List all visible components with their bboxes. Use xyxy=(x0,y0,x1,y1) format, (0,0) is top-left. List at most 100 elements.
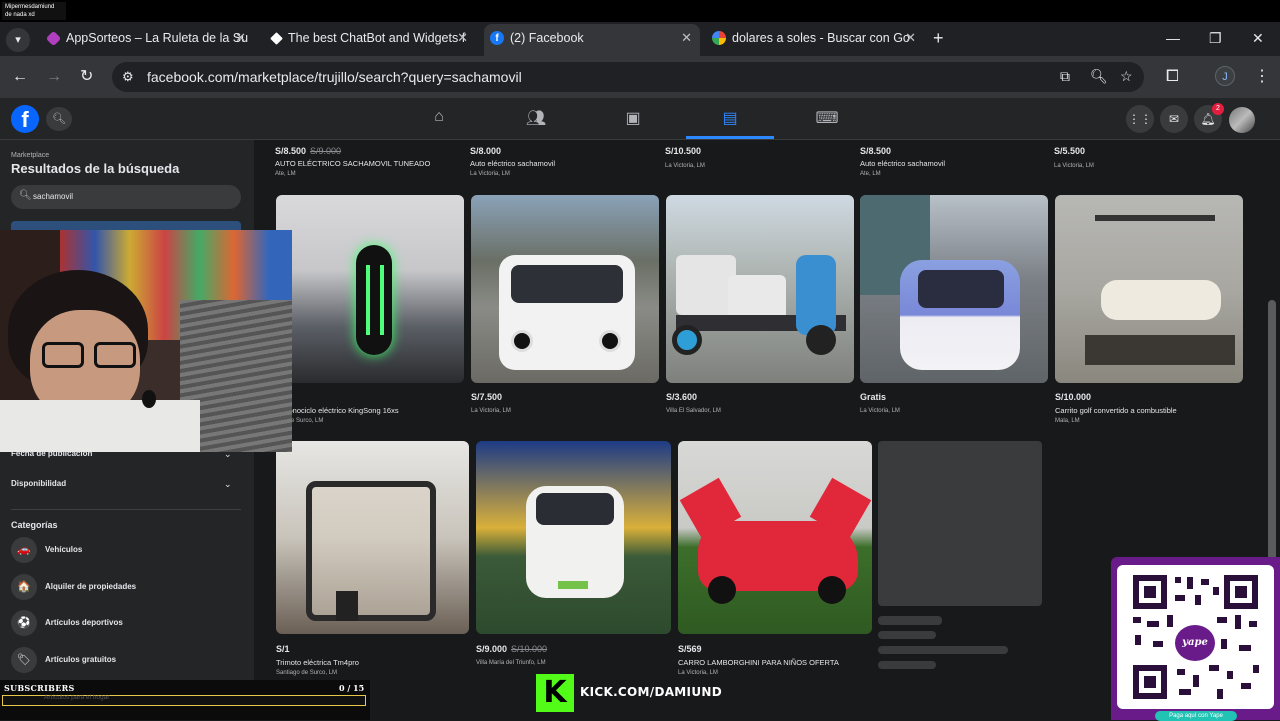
category-sports[interactable]: ⚽ Artículos deportivos xyxy=(11,610,241,640)
kick-url-text: KICK.COM/DAMIUND xyxy=(580,685,722,699)
search-icon[interactable]: 🔍︎ xyxy=(46,107,72,131)
listing-price: S/3.600 xyxy=(666,392,698,402)
listing-price: S/7.500 xyxy=(471,392,503,402)
search-input-value[interactable]: sachamovil xyxy=(33,192,73,201)
listing-photo[interactable] xyxy=(1055,195,1243,383)
category-vehicles[interactable]: 🚗 Vehículos xyxy=(11,537,241,567)
address-toolbar: ← → ↻ ⚙ facebook.com/marketplace/trujill… xyxy=(0,56,1280,98)
listing-location: Mala, LM xyxy=(1055,418,1080,424)
diamond-icon xyxy=(270,32,283,45)
minimize-icon[interactable]: — xyxy=(1166,26,1180,50)
categories-heading: Categorías xyxy=(11,520,58,530)
chrome-menu-icon[interactable]: ⋮ xyxy=(1254,66,1270,88)
listing-photo[interactable] xyxy=(276,195,464,383)
listing-title: Auto eléctrico sachamovil xyxy=(860,159,946,168)
listing-photo[interactable] xyxy=(678,441,872,634)
filter-availability[interactable]: Disponibilidad xyxy=(11,479,66,488)
friends-icon[interactable]: 👥︎ xyxy=(524,108,548,128)
listing-photo[interactable] xyxy=(666,195,854,383)
listing-photo[interactable] xyxy=(860,195,1048,383)
listing-price: S/10.500 xyxy=(665,146,702,156)
tab-label: dolares a soles - Buscar con Go xyxy=(732,31,910,45)
appsorteos-icon xyxy=(45,30,62,47)
listing-price: S/8.500 xyxy=(860,146,892,156)
subscribers-label: SUBSCRIBERS xyxy=(4,683,75,693)
loading-placeholder xyxy=(878,661,936,669)
gaming-icon[interactable]: ⌨ xyxy=(815,108,839,128)
kick-channel-badge: K KICK.COM/DAMIUND xyxy=(536,674,722,712)
category-free-items[interactable]: 🏷 Artículos gratuitos xyxy=(11,647,241,677)
listing-price: Gratis xyxy=(860,392,887,402)
new-tab-icon[interactable]: + xyxy=(933,26,944,50)
listing-title: Auto eléctrico sachamovil xyxy=(470,159,556,168)
back-icon[interactable]: ← xyxy=(12,66,28,88)
page-title: Resultados de la búsqueda xyxy=(11,161,180,176)
stream-top-strip: Mipermesdamiund de nada xd xyxy=(0,0,1280,22)
listing-location: La Victoria, LM xyxy=(471,408,511,414)
zoom-icon[interactable]: 🔍︎ xyxy=(1090,68,1108,85)
active-tab-indicator xyxy=(686,136,774,139)
listing-title: Carrito golf convertido a combustible xyxy=(1055,406,1177,415)
google-icon xyxy=(712,31,726,45)
listing-photo[interactable] xyxy=(471,195,659,383)
close-icon[interactable]: ✕ xyxy=(457,26,468,50)
close-icon[interactable]: ✕ xyxy=(681,24,692,52)
listing-location: Ate, LM xyxy=(860,171,881,177)
bookmark-star-icon[interactable]: ☆ xyxy=(1120,68,1133,85)
subscribers-goal-bar: SUBSCRIBERS 0 / 15 Artículos para el hog… xyxy=(0,680,370,720)
facebook-logo-icon[interactable]: f xyxy=(11,105,39,133)
scrollbar-thumb[interactable] xyxy=(1268,300,1276,560)
omnibox[interactable]: ⚙ facebook.com/marketplace/trujillo/sear… xyxy=(112,62,1144,92)
kick-logo-icon: K xyxy=(536,674,574,712)
tab-label: AppSorteos – La Ruleta de la Su xyxy=(66,31,249,45)
listing-photo[interactable] xyxy=(276,441,469,634)
chevron-down-icon[interactable]: ⌄ xyxy=(224,479,232,490)
listing-price: S/8.000 xyxy=(470,146,502,156)
site-settings-icon[interactable]: ⚙ xyxy=(122,69,134,85)
account-avatar[interactable] xyxy=(1229,107,1255,133)
loading-placeholder xyxy=(878,616,942,625)
restore-icon[interactable]: ❐ xyxy=(1209,26,1222,50)
window-close-icon[interactable]: ✕ xyxy=(1252,26,1264,50)
tab-search-icon[interactable]: ▾ xyxy=(6,28,30,52)
listing-price: S/9.000 S/10.000 xyxy=(476,644,548,654)
reload-icon[interactable]: ↻ xyxy=(80,66,93,88)
home-icon[interactable]: ⌂ xyxy=(427,108,451,126)
house-key-icon: 🏠 xyxy=(11,574,37,600)
search-input[interactable]: 🔍︎ sachamovil xyxy=(11,185,241,209)
listing-price: S/10.000 xyxy=(1055,392,1092,402)
facebook-icon: f xyxy=(490,31,504,45)
category-property-rentals[interactable]: 🏠 Alquiler de propiedades xyxy=(11,574,241,604)
tab-label: (2) Facebook xyxy=(510,31,584,45)
tab-appsorteos[interactable]: AppSorteos – La Ruleta de la Su ✕ xyxy=(40,26,254,56)
messenger-icon[interactable]: ✉ xyxy=(1160,105,1188,133)
marketplace-icon[interactable]: ▤ xyxy=(718,108,742,128)
sports-icon: ⚽ xyxy=(11,610,37,636)
listing-location: Villa María del Triunfo, LM xyxy=(476,660,546,666)
extensions-icon[interactable]: ⧠ xyxy=(1166,66,1179,88)
watch-icon[interactable]: ▣ xyxy=(621,108,645,128)
menu-grid-icon[interactable]: ⋮⋮ xyxy=(1126,105,1154,133)
category-label: Artículos deportivos xyxy=(45,618,123,627)
tab-chatbot[interactable]: The best ChatBot and Widgets f ✕ xyxy=(262,26,476,56)
loading-placeholder xyxy=(878,441,1042,606)
overlay-tag-line2: de nada xd xyxy=(5,12,35,18)
forward-icon[interactable]: → xyxy=(46,66,62,88)
tab-facebook[interactable]: f (2) Facebook ✕ xyxy=(484,24,700,56)
close-icon[interactable]: ✕ xyxy=(905,26,916,50)
install-app-icon[interactable]: ⧉ xyxy=(1060,68,1070,85)
listing-price: S/5.500 xyxy=(1054,146,1086,156)
yape-qr-panel: yape Paga aquí con Yape xyxy=(1111,557,1280,721)
close-icon[interactable]: ✕ xyxy=(235,26,246,50)
overlay-tag-line1: Mipermesdamiund xyxy=(5,4,55,10)
tag-icon: 🏷 xyxy=(11,647,37,673)
tab-label: The best ChatBot and Widgets f xyxy=(288,31,466,45)
listing-location: Villa El Salvador, LM xyxy=(666,408,721,414)
profile-avatar[interactable]: J xyxy=(1215,66,1235,86)
tab-google[interactable]: dolares a soles - Buscar con Go ✕ xyxy=(706,26,924,56)
url-text[interactable]: facebook.com/marketplace/trujillo/search… xyxy=(147,68,522,86)
yape-logo: yape xyxy=(1175,625,1215,661)
sidebar-section-label: Marketplace xyxy=(11,152,50,159)
listing-price: S/8.500 S/9.000 xyxy=(275,146,342,156)
listing-photo[interactable] xyxy=(476,441,671,634)
